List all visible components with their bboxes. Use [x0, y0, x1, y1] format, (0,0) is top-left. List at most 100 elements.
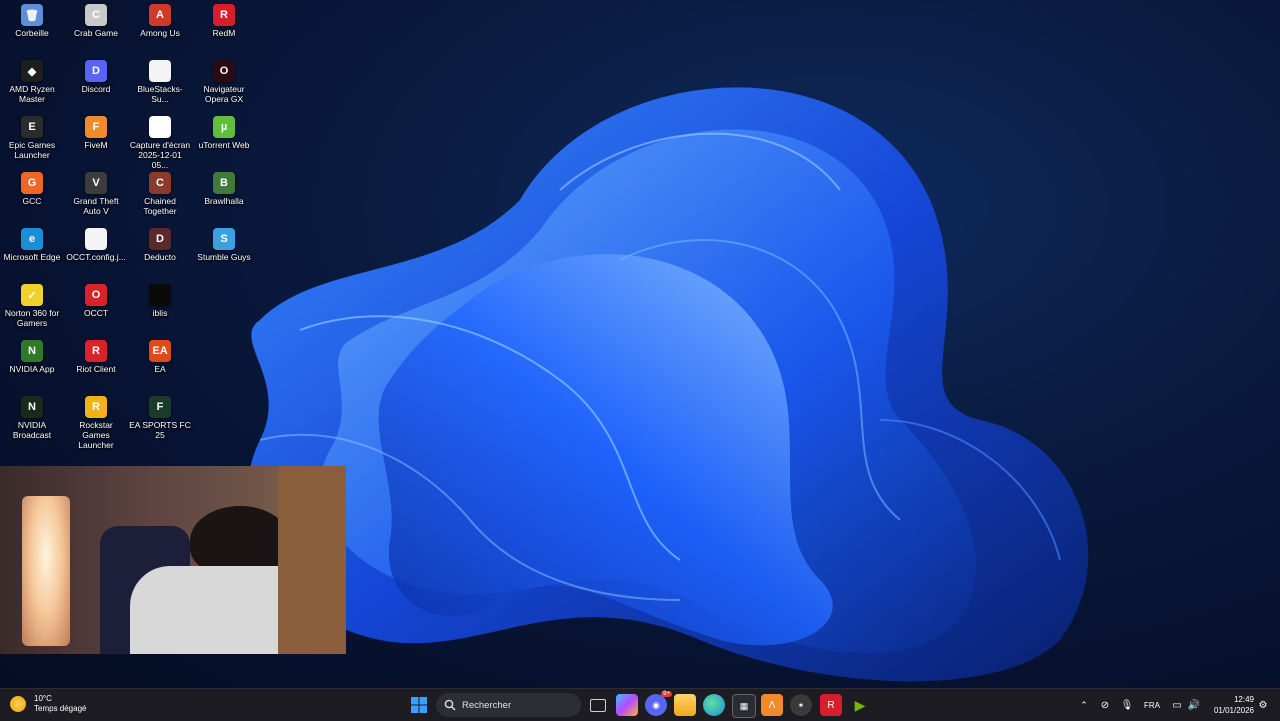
app-icon: 🗑	[21, 4, 43, 26]
input-language[interactable]: FRA	[1144, 701, 1160, 710]
desktop-icon[interactable]: C Crab Game	[64, 0, 128, 54]
desktop-icon[interactable]: S Stumble Guys	[192, 224, 256, 278]
app-icon: E	[21, 116, 43, 138]
desktop-icon[interactable]: D Discord	[64, 56, 128, 110]
task-view-button[interactable]	[587, 694, 609, 716]
desktop-icon[interactable]: R RedM	[192, 0, 256, 54]
copilot-button[interactable]	[616, 694, 638, 716]
network-tray-button[interactable]: ⊘	[1094, 694, 1116, 716]
app-icon	[149, 284, 171, 306]
desktop-icon-label: Riot Client	[76, 364, 116, 374]
desktop-icon[interactable]: R Riot Client	[64, 336, 128, 390]
desktop-icon-label: Epic Games Launcher	[8, 140, 56, 160]
search-icon	[444, 699, 456, 711]
desktop-icon-label: Stumble Guys	[197, 252, 251, 262]
desktop-icon[interactable]: E Epic Games Launcher	[0, 112, 64, 166]
desktop-icon-label: Chained Together	[143, 196, 177, 216]
store-bag-icon: ▦	[739, 700, 749, 711]
nvidia-icon: ▶	[854, 696, 866, 713]
desktop-icon-label: Discord	[81, 84, 111, 94]
desktop-icon-label: AMD Ryzen Master	[9, 84, 55, 104]
desktop-icon[interactable]: O Navigateur Opera GX	[192, 56, 256, 110]
desktop-icon[interactable]: R Rockstar Games Launcher	[64, 392, 128, 450]
desktop-icon[interactable]: F FiveM	[64, 112, 128, 166]
fivem-taskbar-button[interactable]: Λ	[761, 694, 783, 716]
volume-tray-button[interactable]: 🔊	[1183, 694, 1205, 716]
desktop-icon[interactable]: Capture d'écran 2025-12-01 05...	[128, 112, 192, 170]
nvidia-taskbar-button[interactable]: ▶	[849, 694, 871, 716]
desktop-icon-label: BlueStacks-Su...	[137, 84, 183, 104]
desktop-icon-label: Corbeille	[15, 28, 49, 38]
weather-description: Temps dégagé	[34, 704, 87, 713]
desktop-icon-label: iblis	[152, 308, 168, 318]
desktop-icon[interactable]: EA EA	[128, 336, 192, 390]
discord-taskbar-button[interactable]: ◉ 9+	[645, 691, 672, 716]
app-icon: R	[85, 340, 107, 362]
desktop-icon[interactable]: 🗑 Corbeille	[0, 0, 64, 54]
desktop-icon-label: uTorrent Web	[198, 140, 250, 150]
monitor-icon: ▭	[1172, 699, 1182, 711]
desktop-icon[interactable]: A Among Us	[128, 0, 192, 54]
edge-taskbar-button[interactable]	[703, 694, 725, 716]
desktop-icon[interactable]: N NVIDIA Broadcast	[0, 392, 64, 446]
weather-widget[interactable]: 10°C Temps dégagé	[10, 694, 86, 714]
discord-badge: 9+	[661, 691, 672, 697]
desktop-icon-label: Norton 360 for Gamers	[4, 308, 60, 328]
clock-date: 01/01/2026	[1213, 706, 1254, 715]
app-icon: F	[85, 116, 107, 138]
desktop-icon[interactable]: e Microsoft Edge	[0, 224, 64, 278]
desktop-icon-label: RedM	[212, 28, 236, 38]
desktop-icon-label: FiveM	[84, 140, 108, 150]
search-placeholder: Rechercher	[462, 699, 512, 711]
notifications-button[interactable]: ⚙	[1252, 694, 1274, 716]
redm-icon: R	[827, 699, 835, 711]
speaker-icon: 🔊	[1187, 699, 1201, 711]
desktop-icon-label: GCC	[22, 196, 42, 206]
app-icon: S	[213, 228, 235, 250]
desktop-icon[interactable]: D Deducto	[128, 224, 192, 278]
desktop-icon[interactable]: ◆ AMD Ryzen Master	[0, 56, 64, 110]
taskbar: 10°C Temps dégagé Rechercher ◉ 9+ ▦ Λ ✶ …	[0, 688, 1280, 721]
app-icon: O	[213, 60, 235, 82]
app-icon	[85, 228, 107, 250]
desktop-icon[interactable]: G GCC	[0, 168, 64, 222]
desktop-icon[interactable]: C Chained Together	[128, 168, 192, 222]
redm-taskbar-button[interactable]: R	[820, 694, 842, 716]
desktop-icon-label: Crab Game	[74, 28, 118, 38]
chevron-up-icon: ⌃	[1080, 699, 1088, 710]
app-icon: R	[213, 4, 235, 26]
desktop-icon[interactable]: iblis	[128, 280, 192, 334]
app-icon: e	[21, 228, 43, 250]
rockstar-icon: ✶	[797, 700, 805, 710]
app-icon	[149, 116, 171, 138]
desktop-icon[interactable]: F EA SPORTS FC 25	[128, 392, 192, 446]
app-icon: D	[149, 228, 171, 250]
clock-time: 12:49	[1233, 695, 1254, 704]
show-hidden-icons-button[interactable]: ⌃	[1073, 694, 1095, 716]
network-disabled-icon: ⊘	[1100, 699, 1110, 711]
store-button[interactable]: ▦	[732, 694, 756, 718]
microphone-tray-button[interactable]: 🎙	[1116, 694, 1138, 716]
file-explorer-button[interactable]	[674, 694, 696, 716]
taskbar-search[interactable]: Rechercher	[436, 693, 581, 717]
desktop-icon[interactable]: B Brawlhalla	[192, 168, 256, 222]
desktop-icon-label: NVIDIA App	[9, 364, 55, 374]
clock[interactable]: 12:49 01/01/2026	[1206, 694, 1254, 716]
windows-logo-icon	[411, 697, 427, 713]
desktop-icon[interactable]: N NVIDIA App	[0, 336, 64, 390]
rockstar-taskbar-button[interactable]: ✶	[790, 694, 812, 716]
start-button[interactable]	[408, 694, 430, 716]
app-icon: B	[213, 172, 235, 194]
desktop-icon[interactable]: OCCT.config.j...	[64, 224, 128, 278]
desktop-icon[interactable]: V Grand Theft Auto V	[64, 168, 128, 222]
desktop-icon[interactable]: µ uTorrent Web	[192, 112, 256, 166]
desktop-icon[interactable]: O OCCT	[64, 280, 128, 334]
desktop-icon-label: Deducto	[144, 252, 176, 262]
app-icon: N	[21, 340, 43, 362]
desktop-icon-label: EA SPORTS FC 25	[129, 420, 191, 440]
app-icon: C	[85, 4, 107, 26]
app-icon: A	[149, 4, 171, 26]
desktop-icon-label: OCCT	[83, 308, 109, 318]
desktop-icon[interactable]: BlueStacks-Su...	[128, 56, 192, 110]
desktop-icon[interactable]: ✓ Norton 360 for Gamers	[0, 280, 64, 334]
